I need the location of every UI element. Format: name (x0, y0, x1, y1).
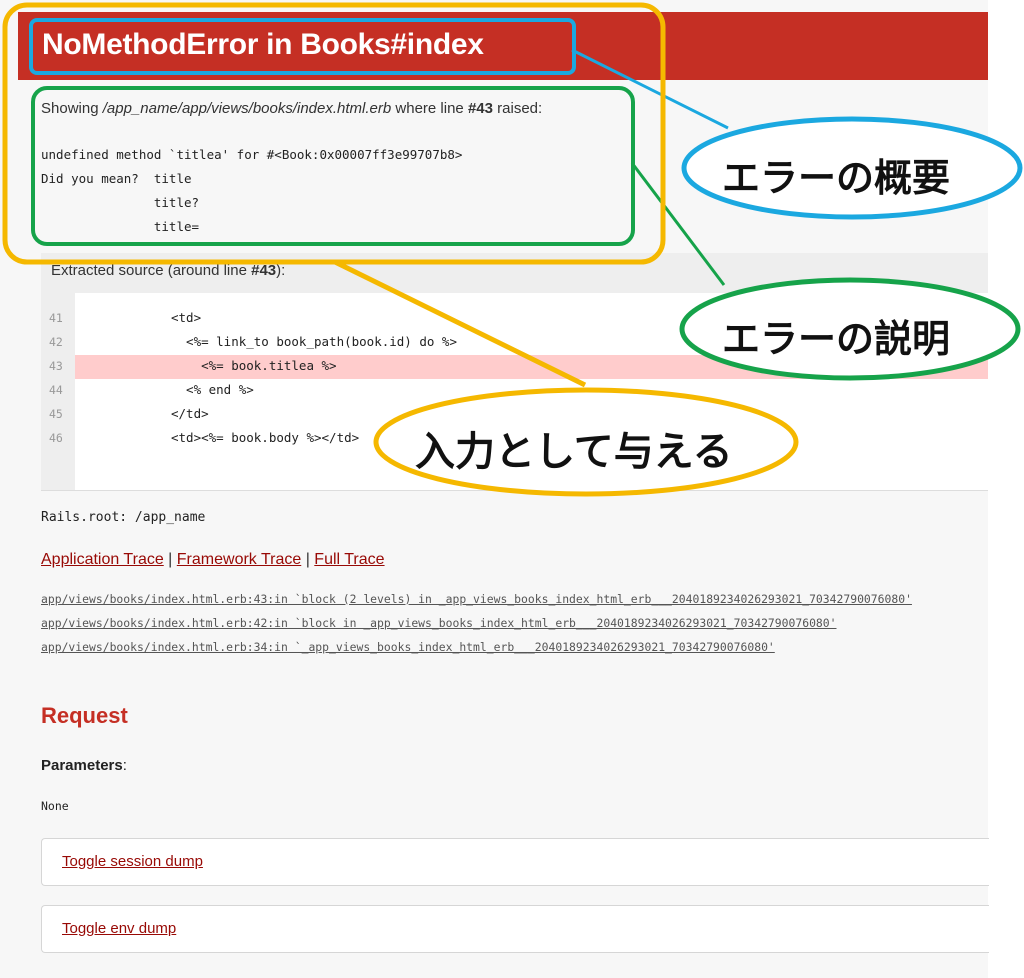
code-line: <td><%= book.body %></td> (171, 430, 360, 445)
trace-line-link[interactable]: app/views/books/index.html.erb:34:in `_a… (41, 640, 775, 654)
rails-root: Rails.root: /app_name (41, 510, 206, 525)
tab-full-trace[interactable]: Full Trace (314, 551, 384, 568)
annotation-description-text: エラーの説明 (722, 317, 951, 361)
trace-line-link[interactable]: app/views/books/index.html.erb:43:in `bl… (41, 592, 912, 606)
showing-line: Showing /app_name/app/views/books/index.… (41, 100, 542, 117)
extracted-source-title: Extracted source (around line #43): (51, 262, 285, 279)
parameters-label: Parameters (41, 757, 123, 774)
tab-application-trace[interactable]: Application Trace (41, 551, 164, 568)
code-line: <% end %> (171, 382, 254, 397)
template-path: /app_name/app/views/books/index.html.erb (102, 100, 392, 117)
page-title: NoMethodError in Books#index (42, 28, 484, 61)
line-number: 41 (49, 311, 63, 325)
error-message-line: title? (41, 195, 200, 210)
error-message-line: title= (41, 219, 200, 234)
code-line: </td> (171, 406, 209, 421)
trace-tab-separator: | (301, 551, 315, 568)
line-number: 46 (49, 431, 63, 445)
trace-line-link[interactable]: app/views/books/index.html.erb:42:in `bl… (41, 616, 837, 630)
env-dump-box: Toggle env dump (41, 905, 989, 953)
trace-tabs: Application Trace | Framework Trace | Fu… (41, 551, 385, 569)
showing-suffix: raised: (492, 100, 543, 117)
parameters-colon: : (122, 757, 127, 774)
annotation-input-text: 入力として与える (415, 429, 733, 475)
code-line: <%= book.titlea %> (171, 358, 337, 373)
line-number: 42 (49, 335, 63, 349)
toggle-session-dump-link[interactable]: Toggle session dump (62, 853, 203, 870)
error-message-line: Did you mean? title (41, 171, 192, 186)
error-line-number: #43 (467, 100, 493, 117)
line-number: 45 (49, 407, 63, 421)
showing-prefix: Showing (41, 100, 103, 117)
source-title-line: #43 (251, 262, 277, 279)
showing-middle: where line (391, 100, 468, 117)
line-number: 44 (49, 383, 63, 397)
source-title-prefix: Extracted source (around line (51, 262, 252, 279)
request-heading: Request (41, 703, 128, 728)
parameters-value: None (41, 799, 69, 813)
error-message-line: undefined method `titlea' for #<Book:0x0… (41, 147, 463, 162)
annotation-summary-text: エラーの概要 (722, 156, 951, 200)
tab-framework-trace[interactable]: Framework Trace (177, 551, 301, 568)
trace-tab-separator: | (163, 551, 177, 568)
error-message: undefined method `titlea' for #<Book:0x0… (41, 143, 462, 239)
parameters-heading: Parameters: (41, 757, 127, 774)
session-dump-box: Toggle session dump (41, 838, 989, 886)
toggle-env-dump-link[interactable]: Toggle env dump (62, 920, 176, 937)
source-title-suffix: ): (276, 262, 286, 279)
code-line: <td> (171, 310, 202, 325)
code-line: <%= link_to book_path(book.id) do %> (171, 334, 457, 349)
line-number: 43 (49, 359, 63, 373)
